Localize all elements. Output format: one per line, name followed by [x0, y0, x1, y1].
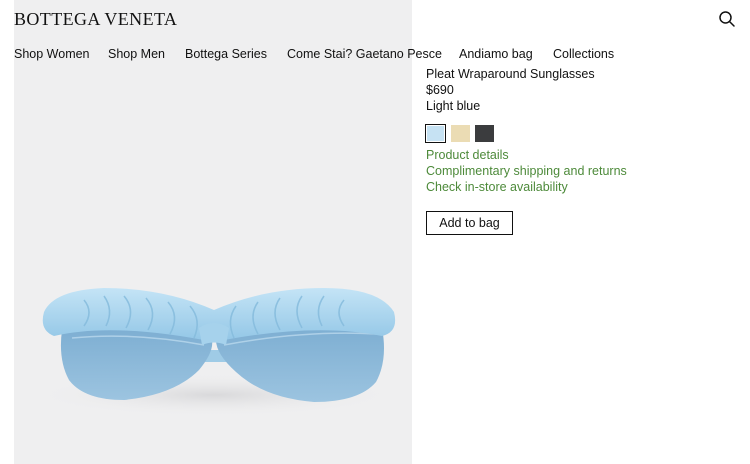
- nav-collections[interactable]: Collections: [553, 47, 614, 61]
- sunglasses-illustration: [29, 288, 399, 417]
- product-details-link[interactable]: Product details: [426, 148, 509, 162]
- search-icon[interactable]: [718, 10, 736, 28]
- product-price: $690: [426, 83, 454, 97]
- color-swatch-dark-grey[interactable]: [475, 125, 494, 142]
- product-name: Pleat Wraparound Sunglasses: [426, 67, 595, 81]
- color-swatch-light-blue[interactable]: [425, 124, 446, 143]
- add-to-bag-button[interactable]: Add to bag: [426, 211, 513, 235]
- nav-come-stai[interactable]: Come Stai? Gaetano Pesce: [287, 47, 442, 61]
- nav-shop-men[interactable]: Shop Men: [108, 47, 165, 61]
- color-swatch-beige[interactable]: [451, 125, 470, 142]
- nav-andiamo-bag[interactable]: Andiamo bag: [459, 47, 533, 61]
- nav-shop-women[interactable]: Shop Women: [14, 47, 90, 61]
- brand-logo[interactable]: BOTTEGA VENETA: [14, 9, 177, 30]
- store-availability-link[interactable]: Check in-store availability: [426, 180, 568, 194]
- shipping-returns-link[interactable]: Complimentary shipping and returns: [426, 164, 627, 178]
- product-color-name: Light blue: [426, 99, 481, 113]
- nav-bottega-series[interactable]: Bottega Series: [185, 47, 267, 61]
- product-image: [14, 0, 412, 464]
